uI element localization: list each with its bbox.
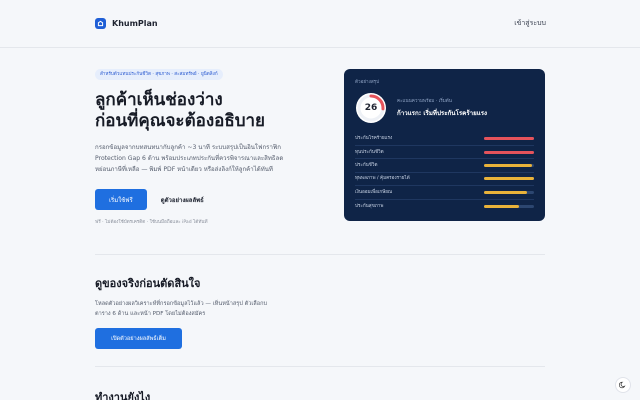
brand[interactable]: KhumPlan [95,18,158,29]
gap-bar-fill [484,190,527,194]
gap-name: ประกันโรคร้ายแรง [355,136,393,142]
score-gauge: 26 [355,92,387,124]
gap-row: ทุพพลภาพ / คุ้มครองรายได้ [355,176,534,187]
preview-label: ตัวอย่างสรุป [355,80,380,85]
hero-title-line-2: ก่อนที่คุณจะต้องอธิบาย [95,111,265,131]
sample-section-title: ดูของจริงก่อนตัดสินใจ [95,277,201,290]
gap-bar-fill [484,164,532,168]
hero: สำหรับตัวแทนประกันชีวิต · สุขภาพ · สะสมท… [95,60,295,226]
section-divider-2 [95,366,545,367]
gap-name: ประกันชีวิต [355,163,378,169]
gap-name: เงินออมเพื่อเกษียณ [355,189,393,195]
hero-title-line-1: ลูกค้าเห็นช่องว่าง [95,90,223,110]
section-divider [95,254,545,255]
brand-name: KhumPlan [112,19,158,28]
how-it-works-title: ทำงานยังไง [95,391,151,400]
gap-bar-fill [484,177,534,181]
gap-bar-fill [484,150,534,154]
moon-icon [619,381,626,389]
open-full-sample-button[interactable]: เปิดตัวอย่างผลลัพธ์เต็ม [95,328,182,349]
score-headline: ก้าวแรก: เริ่มที่ประกันโรคร้ายแรง [397,110,488,117]
hero-title: ลูกค้าเห็นช่องว่าง ก่อนที่คุณจะต้องอธิบา… [95,90,295,132]
score-text: คะแนนความพร้อม · เริ่มต้น ก้าวแรก: เริ่ม… [397,98,487,118]
hero-description: กรอกข้อมูลจากบทสนทนากับลูกค้า ~3 นาที ระ… [95,144,284,173]
gap-bar-track [484,177,534,181]
start-free-button[interactable]: เริ่มใช้ฟรี [95,189,147,210]
score-value: 26 [364,103,378,113]
gap-list: ประกันโรคร้ายแรงทุนประกันชีวิตประกันชีวิ… [355,136,534,213]
sample-section: ดูของจริงก่อนตัดสินใจ โหลดตัวอย่างผลวิเค… [95,274,395,349]
gap-name: ประกันสุขภาพ [355,203,384,209]
top-nav: KhumPlan เข้าสู่ระบบ [0,0,640,48]
gap-bar-track [484,137,534,141]
gap-name: ทุนประกันชีวิต [355,149,384,155]
gap-row: ทุนประกันชีวิต [355,149,534,160]
gap-bar-track [484,150,534,154]
hero-note: ฟรี · ไม่ต้องใช้บัตรเครดิต · ใช้บนมือถือ… [95,220,208,225]
preview-card: ตัวอย่างสรุป 26 คะแนนความพร้อม · เริ่มต้… [344,69,545,221]
score-row: 26 คะแนนความพร้อม · เริ่มต้น ก้าวแรก: เร… [355,92,534,124]
gap-name: ทุพพลภาพ / คุ้มครองรายได้ [355,176,410,182]
login-link[interactable]: เข้าสู่ระบบ [514,18,546,29]
gap-bar-track [484,204,534,208]
gap-bar-fill [484,137,534,141]
theme-toggle-button[interactable] [615,377,631,393]
view-sample-link[interactable]: ดูตัวอย่างผลลัพธ์ [161,195,204,205]
hero-cta-row: เริ่มใช้ฟรี ดูตัวอย่างผลลัพธ์ [95,189,295,210]
gap-row: ประกันสุขภาพ [355,203,534,213]
gap-bar-track [484,164,534,168]
brand-logo-icon [95,18,106,29]
gap-bar-track [484,190,534,194]
gap-row: ประกันชีวิต [355,163,534,173]
gap-row: ประกันโรคร้ายแรง [355,136,534,146]
gap-row: เงินออมเพื่อเกษียณ [355,190,534,200]
sample-section-description: โหลดตัวอย่างผลวิเคราะห์ที่กรอกข้อมูลไว้แ… [95,301,268,317]
score-subtitle: คะแนนความพร้อม · เริ่มต้น [397,99,452,104]
audience-badge: สำหรับตัวแทนประกันชีวิต · สุขภาพ · สะสมท… [95,69,223,80]
gap-bar-fill [484,204,519,208]
